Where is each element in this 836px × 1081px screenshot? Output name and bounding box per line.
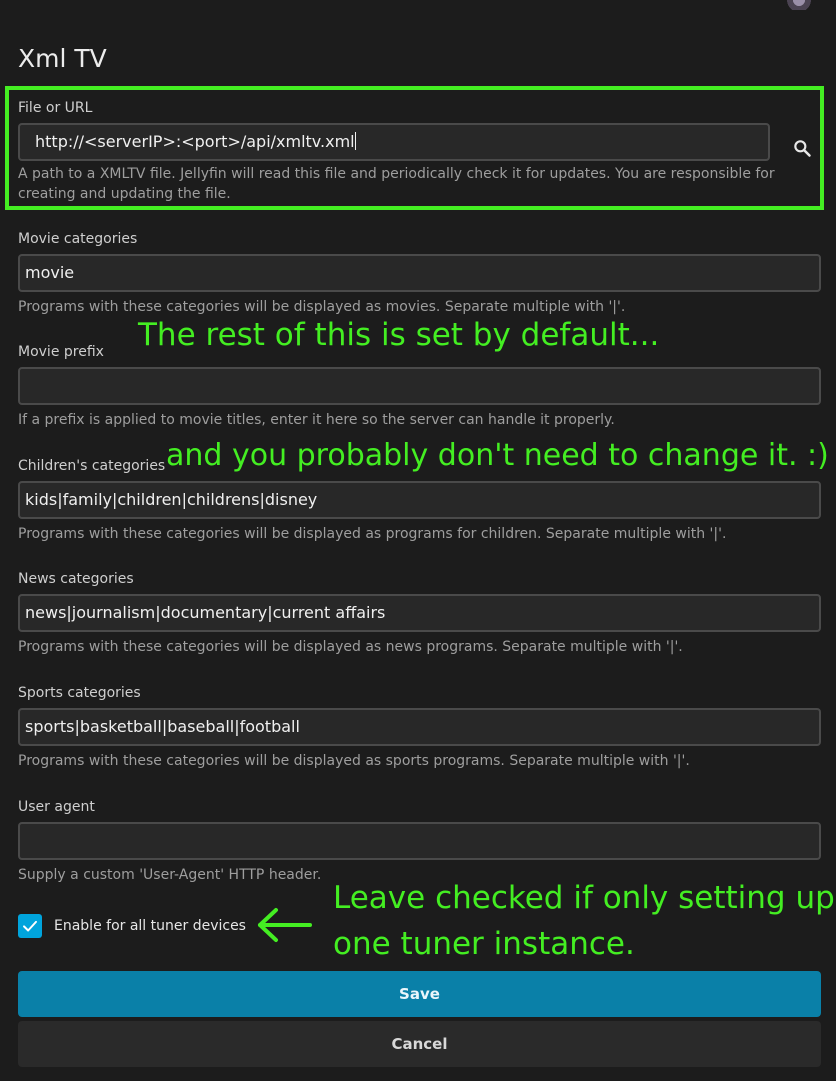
movie-prefix-field: Movie prefix If a prefix is applied to m… <box>18 343 821 430</box>
news-categories-field: News categories news|journalism|document… <box>18 570 821 657</box>
movie-categories-field: Movie categories movie Programs with the… <box>18 230 821 317</box>
movie-categories-label: Movie categories <box>18 231 138 247</box>
news-categories-help: Programs with these categories will be d… <box>18 639 683 655</box>
check-icon <box>23 920 37 932</box>
arrow-left-icon <box>258 908 312 942</box>
user-agent-input[interactable] <box>18 822 821 860</box>
highlight-annotation-box <box>5 86 824 210</box>
movie-prefix-label: Movie prefix <box>18 344 104 360</box>
cancel-button[interactable]: Cancel <box>18 1021 821 1067</box>
enable-all-tuners-row[interactable]: Enable for all tuner devices <box>18 914 246 938</box>
children-categories-input[interactable]: kids|family|children|childrens|disney <box>18 481 821 519</box>
enable-all-tuners-checkbox[interactable] <box>18 914 42 938</box>
sports-categories-field: Sports categories sports|basketball|base… <box>18 684 821 771</box>
enable-all-tuners-label: Enable for all tuner devices <box>54 918 246 934</box>
annotation-tuner-note-2: one tuner instance. <box>333 926 635 962</box>
movie-categories-help: Programs with these categories will be d… <box>18 299 626 315</box>
movie-prefix-help: If a prefix is applied to movie titles, … <box>18 412 615 428</box>
children-categories-help: Programs with these categories will be d… <box>18 526 727 542</box>
avatar[interactable] <box>782 0 816 10</box>
user-agent-label: User agent <box>18 799 95 815</box>
page-title: Xml TV <box>18 44 107 73</box>
annotation-default-note-2: and you probably don't need to change it… <box>166 438 829 473</box>
movie-prefix-input[interactable] <box>18 367 821 405</box>
news-categories-input[interactable]: news|journalism|documentary|current affa… <box>18 594 821 632</box>
user-agent-field: User agent Supply a custom 'User-Agent' … <box>18 798 821 885</box>
annotation-tuner-note-1: Leave checked if only setting up <box>333 880 835 916</box>
sports-categories-help: Programs with these categories will be d… <box>18 753 690 769</box>
sports-categories-input[interactable]: sports|basketball|baseball|football <box>18 708 821 746</box>
movie-categories-input[interactable]: movie <box>18 254 821 292</box>
save-button[interactable]: Save <box>18 971 821 1017</box>
sports-categories-label: Sports categories <box>18 685 141 701</box>
news-categories-label: News categories <box>18 571 134 587</box>
